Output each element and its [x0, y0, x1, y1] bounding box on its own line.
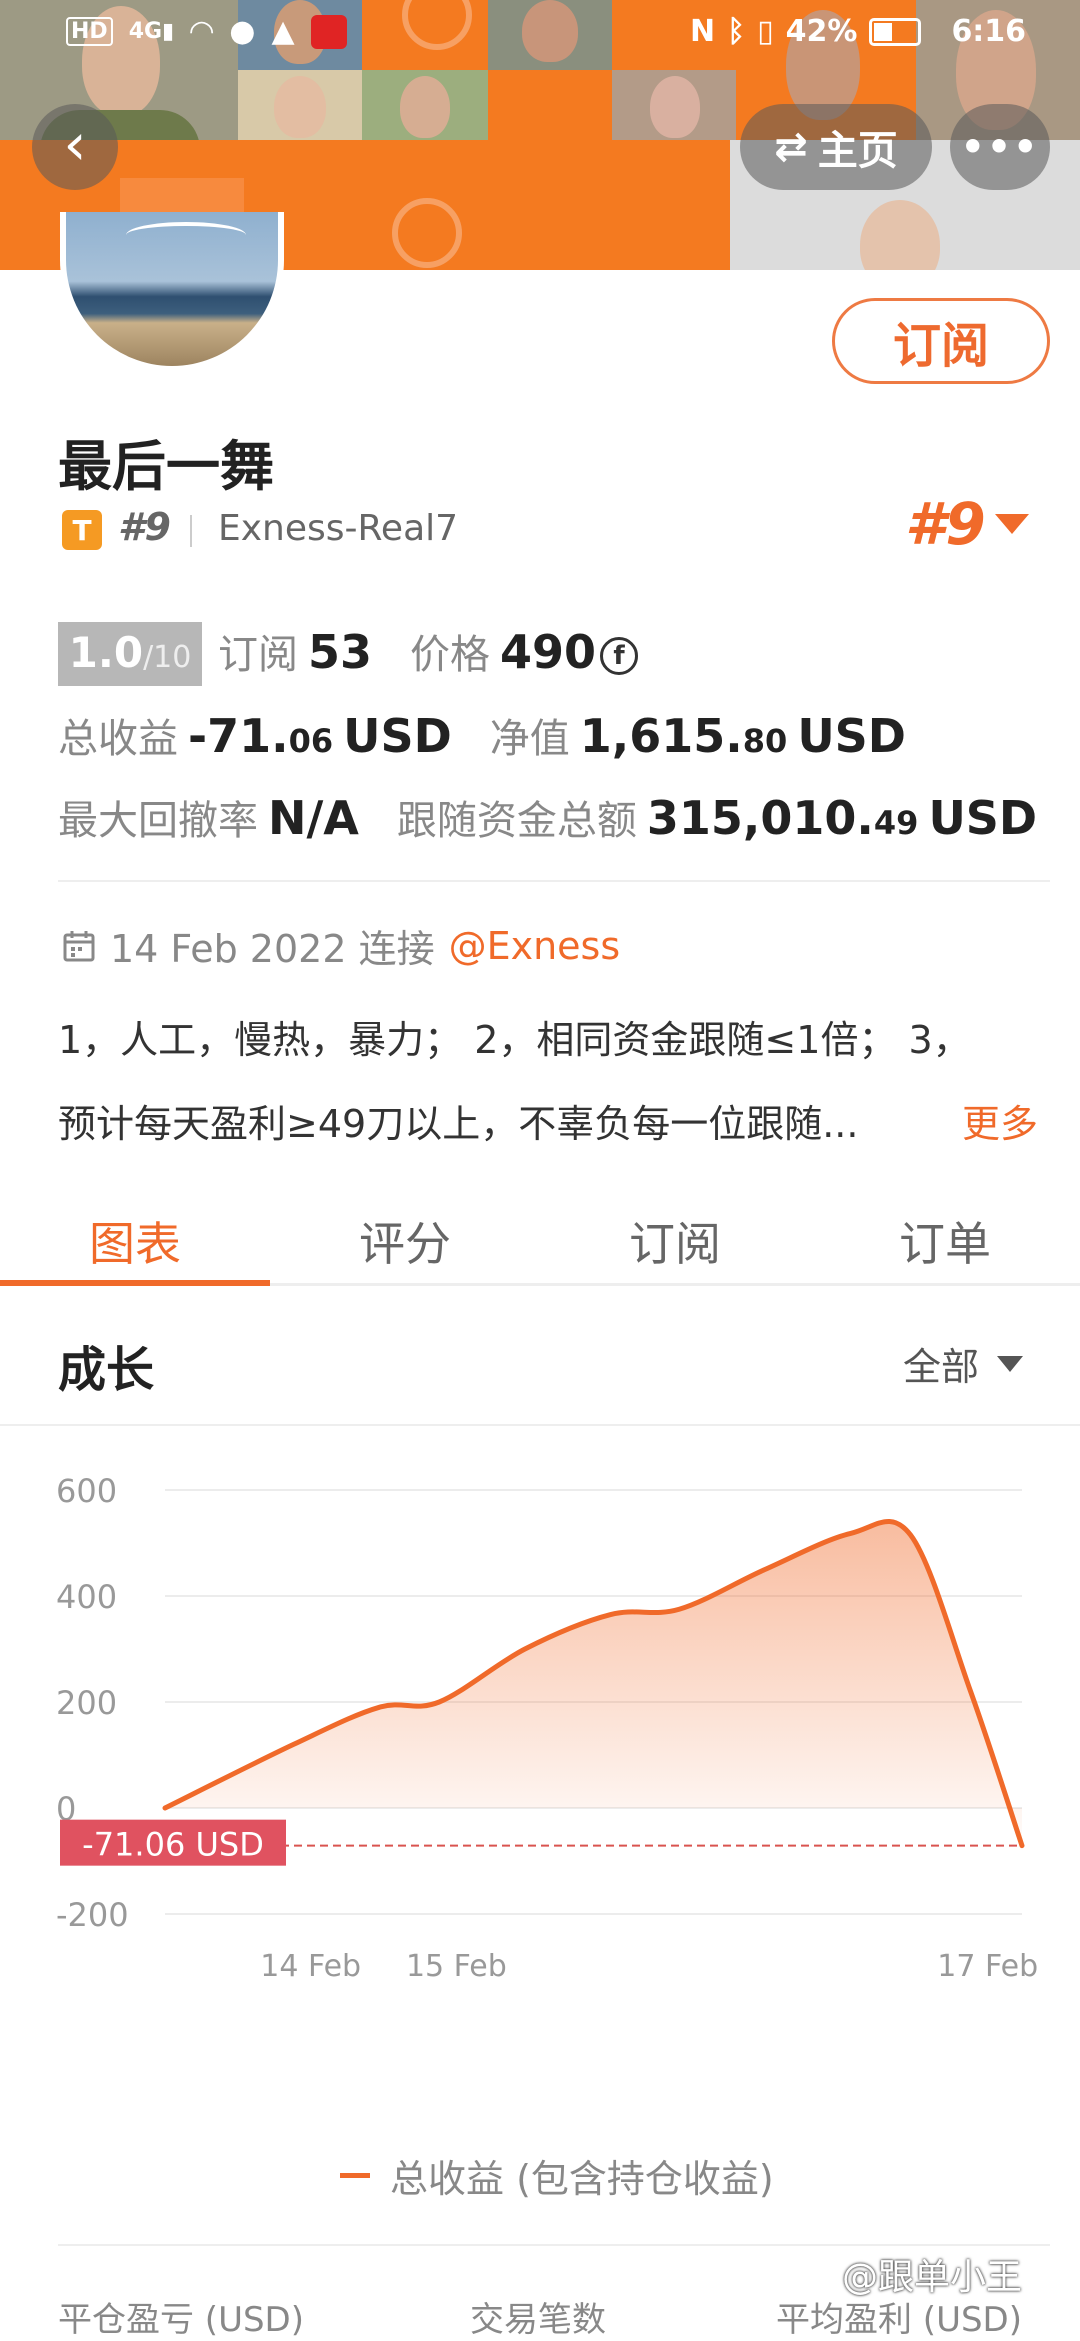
total-profit-label: 总收益: [58, 716, 178, 762]
description-line-2: 预计每天盈利≥49刀以上，不辜负每一位跟随... 更多: [58, 1082, 1048, 1166]
battery-icon: [869, 17, 922, 46]
more-dots-icon: •••: [960, 125, 1040, 169]
home-button[interactable]: ⇄ 主页: [740, 104, 932, 190]
app-icon: [310, 14, 347, 49]
banner-tile: [238, 70, 362, 140]
total-profit-unit: USD: [343, 709, 452, 763]
switch-icon: ⇄: [774, 124, 808, 170]
tab-subscriptions[interactable]: 订阅: [540, 1180, 810, 1283]
subscribe-count: 53: [308, 625, 373, 679]
nfc-icon: N: [690, 14, 716, 49]
equity-unit: USD: [797, 709, 906, 763]
y-tick-label: 200: [56, 1684, 117, 1722]
banner-tile: [362, 0, 488, 70]
subscribe-price-row: 订阅 53 价格 490 f: [218, 622, 648, 680]
caret-down-icon: [997, 1355, 1024, 1372]
legend-swatch: [340, 2173, 370, 2178]
watermark: @跟单小王: [842, 2257, 1023, 2298]
current-value-label: -71.06 USD: [82, 1826, 264, 1864]
hd-icon: HD: [66, 17, 113, 46]
follow-funds-unit: USD: [928, 791, 1038, 845]
max-drawdown-value: N/A: [268, 791, 359, 845]
x-tick-label: 15 Feb: [406, 1949, 507, 1984]
profit-row: 总收益 -71.06 USD 净值 1,615.80 USD: [58, 706, 916, 764]
range-filter-dropdown[interactable]: 全部: [903, 1336, 1024, 1391]
status-icons-left: HD 4G▮ ◠ ● ▲: [66, 14, 347, 49]
price-value: 490: [500, 625, 597, 679]
rank-small: #9: [118, 505, 171, 549]
back-button[interactable]: ‹: [32, 104, 118, 190]
status-icons-right: N ᛒ ▯ 42% 6:16: [690, 14, 1026, 49]
trader-name: 最后一舞: [58, 435, 274, 498]
footer-col-trades: 交易笔数: [470, 2300, 606, 2340]
legend-label: 总收益 (包含持仓收益): [390, 2157, 774, 2201]
strategy-description: 1，人工，慢热，暴力； 2，相同资金跟随≤1倍； 3， 预计每天盈利≥49刀以上…: [58, 998, 1048, 1166]
series-area: [165, 1521, 1022, 1846]
range-filter-label: 全部: [903, 1345, 980, 1389]
tab-rating[interactable]: 评分: [270, 1180, 540, 1283]
price-label: 价格: [410, 632, 491, 678]
banner-tile: [488, 0, 612, 70]
y-tick-label: 600: [56, 1472, 117, 1510]
vibrate-icon: ▯: [757, 14, 774, 49]
connect-date: 14 Feb 2022 连接: [110, 927, 435, 971]
y-tick-label: 400: [56, 1578, 117, 1616]
divider: [190, 515, 192, 547]
section-title: 成长: [58, 1342, 155, 1398]
follow-funds-label: 跟随资金总额: [396, 798, 637, 844]
more-link[interactable]: 更多: [962, 1082, 1038, 1166]
follow-funds-value: 315,010.49: [646, 791, 919, 845]
score-max: /10: [143, 640, 192, 675]
divider: [58, 2244, 1050, 2246]
tab-orders[interactable]: 订单: [810, 1180, 1080, 1283]
subscribe-count-label: 订阅: [218, 632, 298, 678]
max-drawdown-label: 最大回撤率: [58, 798, 258, 844]
battery-percent: 42%: [785, 14, 858, 49]
y-tick-label: -200: [56, 1896, 129, 1934]
trader-badge: T: [62, 510, 102, 550]
wifi-icon: ◠: [190, 14, 214, 49]
caret-down-icon[interactable]: [995, 514, 1029, 534]
rank-large[interactable]: #9: [905, 490, 986, 558]
coin-icon: f: [600, 637, 639, 675]
broker-link[interactable]: @Exness: [449, 924, 621, 968]
avatar[interactable]: [60, 212, 284, 372]
description-line: 1，人工，慢热，暴力； 2，相同资金跟随≤1倍； 3，: [58, 1018, 971, 1062]
subscribe-button[interactable]: 订阅: [832, 298, 1050, 384]
chart-legend: 总收益 (包含持仓收益): [340, 2148, 774, 2203]
qq-icon: ▲: [271, 14, 295, 49]
calendar-icon: [63, 930, 95, 961]
divider: [0, 1424, 1080, 1426]
equity-label: 净值: [489, 716, 570, 762]
drawdown-row: 最大回撤率 N/A 跟随资金总额 315,010.49 USD: [58, 788, 1047, 846]
banner-tile: [488, 70, 612, 140]
bluetooth-icon: ᛒ: [727, 14, 746, 49]
x-tick-label: 17 Feb: [937, 1949, 1038, 1984]
banner-tile: [362, 178, 486, 270]
more-menu-button[interactable]: •••: [950, 104, 1050, 190]
equity-value: 1,615.80: [579, 709, 788, 763]
banner-tile: [612, 70, 736, 140]
score-badge: 1.0/10: [58, 622, 202, 686]
x-tick-label: 14 Feb: [260, 1949, 361, 1984]
chevron-left-icon: ‹: [63, 110, 87, 178]
score-value: 1.0: [68, 628, 144, 677]
footer-col-closed-pnl: 平仓盈亏 (USD): [58, 2300, 304, 2340]
growth-chart[interactable]: 6004002000-20014 Feb 15 Feb 17 Feb-71.06 U…: [0, 1440, 1080, 2000]
clock: 6:16: [951, 14, 1027, 49]
tab-chart[interactable]: 图表: [0, 1180, 270, 1286]
signal-4g-icon: 4G▮: [128, 19, 175, 44]
connect-info: 14 Feb 2022 连接 @Exness: [62, 918, 620, 973]
tab-bar: 图表 评分 订阅 订单: [0, 1180, 1080, 1286]
home-label: 主页: [817, 128, 898, 174]
total-profit-value: -71.06: [188, 709, 334, 763]
divider: [58, 880, 1050, 882]
banner-tile: [362, 70, 488, 140]
wechat-icon: ●: [229, 14, 256, 49]
account-server: Exness-Real7: [218, 508, 459, 549]
